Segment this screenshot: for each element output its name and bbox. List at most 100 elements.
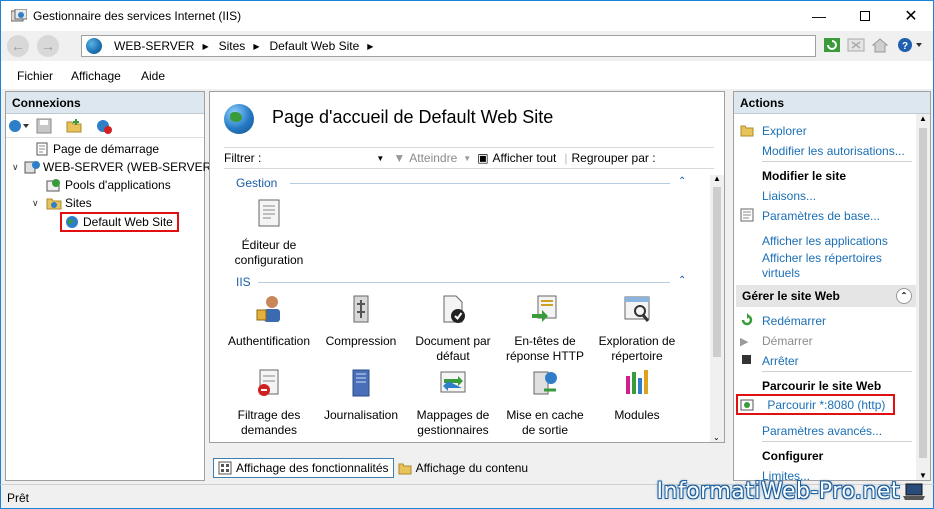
scroll-up-icon[interactable]: ▲	[713, 174, 721, 183]
feature-modules[interactable]: Modules	[592, 368, 682, 423]
page-title: Page d'accueil de Default Web Site	[272, 107, 554, 127]
action-explore[interactable]: Explorer	[762, 124, 807, 138]
manage-site-group[interactable]: Gérer le site Web ⌃	[736, 285, 916, 307]
show-all-button[interactable]: Afficher tout	[493, 151, 557, 165]
action-edit-permissions[interactable]: Modifier les autorisations...	[762, 144, 905, 158]
home-icon[interactable]	[871, 37, 889, 53]
feature-label: Éditeur de configuration	[234, 238, 304, 267]
forward-button[interactable]: →	[37, 35, 59, 57]
features-view-label: Affichage des fonctionnalités	[236, 461, 389, 475]
collapse-gestion-icon[interactable]: ⌃	[678, 176, 686, 187]
chevron-right-icon: ▶	[253, 41, 260, 51]
feature-handler-mappings[interactable]: Mappages de gestionnaires	[408, 368, 498, 438]
feature-request-filtering[interactable]: Filtrage des demandes	[224, 368, 314, 438]
maximize-button[interactable]	[842, 1, 888, 31]
save-icon[interactable]	[36, 118, 52, 134]
content-view-button[interactable]: Affichage du contenu	[394, 458, 533, 478]
stop-icon[interactable]	[847, 37, 865, 53]
section-divider	[258, 282, 670, 283]
svg-text:?: ?	[902, 41, 908, 52]
add-folder-icon[interactable]	[66, 118, 82, 134]
edit-site-header: Modifier le site	[762, 169, 847, 183]
tree-item-sites[interactable]: Sites	[46, 196, 92, 210]
address-bar: ← → WEB-SERVER ▶ Sites ▶ Default Web Sit…	[0, 31, 934, 61]
breadcrumb-sites[interactable]: Sites	[219, 39, 246, 53]
scroll-down-icon[interactable]: ▼	[919, 471, 927, 480]
close-button[interactable]: ✕	[888, 1, 934, 31]
tree-label-sites: Sites	[65, 196, 92, 210]
dropdown-arrow-icon: ▼	[376, 153, 385, 163]
authentication-icon	[256, 296, 280, 322]
scrollbar-thumb[interactable]	[713, 187, 721, 357]
modules-icon	[626, 370, 648, 394]
feature-http-headers[interactable]: En-têtes de réponse HTTP	[500, 294, 590, 364]
feature-compression[interactable]: Compression	[316, 294, 406, 349]
scroll-up-icon[interactable]: ▲	[919, 114, 927, 123]
folder-icon	[46, 198, 62, 210]
feature-logging[interactable]: Journalisation	[316, 368, 406, 423]
action-basic-settings[interactable]: Paramètres de base...	[762, 209, 880, 223]
tree-item-start-page[interactable]: Page de démarrage	[34, 142, 159, 156]
feature-directory-browsing[interactable]: Exploration de répertoire	[592, 294, 682, 364]
feature-config-editor[interactable]: Éditeur de configuration	[224, 198, 314, 268]
breadcrumb-site[interactable]: Default Web Site	[269, 39, 359, 53]
menu-help[interactable]: Aide	[141, 69, 165, 83]
actions-panel: Actions Explorer Modifier les autorisati…	[733, 91, 931, 481]
feature-label: Filtrage des demandes	[237, 408, 301, 437]
maximize-icon	[860, 11, 870, 21]
section-divider	[290, 183, 670, 184]
divider	[762, 161, 912, 162]
tree-item-default-web-site[interactable]: Default Web Site	[60, 212, 179, 232]
back-button[interactable]: ←	[7, 35, 29, 57]
tree-item-server[interactable]: WEB-SERVER (WEB-SERVER\A	[24, 160, 223, 174]
feature-panel: Page d'accueil de Default Web Site Filtr…	[209, 91, 725, 443]
collapse-group-icon[interactable]: ⌃	[896, 288, 912, 304]
app-pools-icon	[46, 179, 60, 192]
globe-icon	[86, 38, 102, 54]
action-view-apps[interactable]: Afficher les applications	[762, 234, 888, 248]
connections-toolbar	[6, 114, 204, 138]
menu-file[interactable]: Fichier	[17, 69, 53, 83]
menu-view[interactable]: Affichage	[71, 69, 121, 83]
divider	[762, 371, 912, 372]
feature-default-document[interactable]: Document par défaut	[408, 294, 498, 364]
feature-label: En-têtes de réponse HTTP	[505, 334, 585, 363]
browse-link-highlight[interactable]: Parcourir *:8080 (http)	[736, 394, 896, 415]
action-start: Démarrer	[762, 334, 813, 348]
expand-chevron-icon[interactable]: ∨	[12, 162, 19, 173]
help-icon[interactable]: ?	[897, 37, 923, 53]
http-headers-icon	[532, 295, 557, 322]
tree-label-default-web-site: Default Web Site	[83, 215, 173, 229]
scroll-down-icon[interactable]: ⌄	[713, 433, 720, 442]
action-browse[interactable]: Parcourir *:8080 (http)	[767, 398, 885, 412]
tree-item-app-pools[interactable]: Pools d'applications	[46, 178, 171, 192]
action-view-vdirs[interactable]: Afficher les répertoires virtuels	[762, 251, 912, 281]
address-field[interactable]: WEB-SERVER ▶ Sites ▶ Default Web Site ▶	[81, 35, 816, 57]
disconnect-icon[interactable]	[96, 118, 112, 134]
filter-label: Filtrer :	[224, 151, 262, 165]
feature-label: Authentification	[227, 334, 311, 348]
filter-input[interactable]: ▼	[265, 149, 386, 167]
action-advanced-settings[interactable]: Paramètres avancés...	[762, 424, 882, 438]
expand-chevron-icon[interactable]: ∨	[32, 198, 39, 209]
minimize-button[interactable]: —	[796, 1, 842, 31]
action-bindings[interactable]: Liaisons...	[762, 189, 816, 203]
feature-authentication[interactable]: Authentification	[224, 294, 314, 349]
actions-scrollbar[interactable]: ▲ ▼	[916, 114, 930, 480]
site-globe-icon	[224, 104, 254, 134]
feature-scrollbar[interactable]: ▲ ⌄	[710, 174, 724, 442]
browse-icon	[740, 399, 754, 411]
collapse-iis-icon[interactable]: ⌃	[678, 275, 686, 286]
action-restart[interactable]: Redémarrer	[762, 314, 826, 328]
scrollbar-thumb[interactable]	[919, 128, 927, 458]
connect-icon[interactable]	[8, 118, 30, 134]
go-button[interactable]: Atteindre	[409, 151, 457, 165]
features-view-button[interactable]: Affichage des fonctionnalités	[213, 458, 394, 478]
feature-output-caching[interactable]: Mise en cache de sortie	[500, 368, 590, 438]
breadcrumb-server[interactable]: WEB-SERVER	[114, 39, 194, 53]
group-by-button[interactable]: Regrouper par :	[571, 151, 655, 165]
refresh-icon[interactable]	[823, 37, 841, 53]
action-stop[interactable]: Arrêter	[762, 354, 799, 368]
filter-bar: Filtrer : ▼ ▼ Atteindre ▼ ▣ Afficher tou…	[224, 147, 714, 169]
globe-icon	[66, 216, 78, 228]
